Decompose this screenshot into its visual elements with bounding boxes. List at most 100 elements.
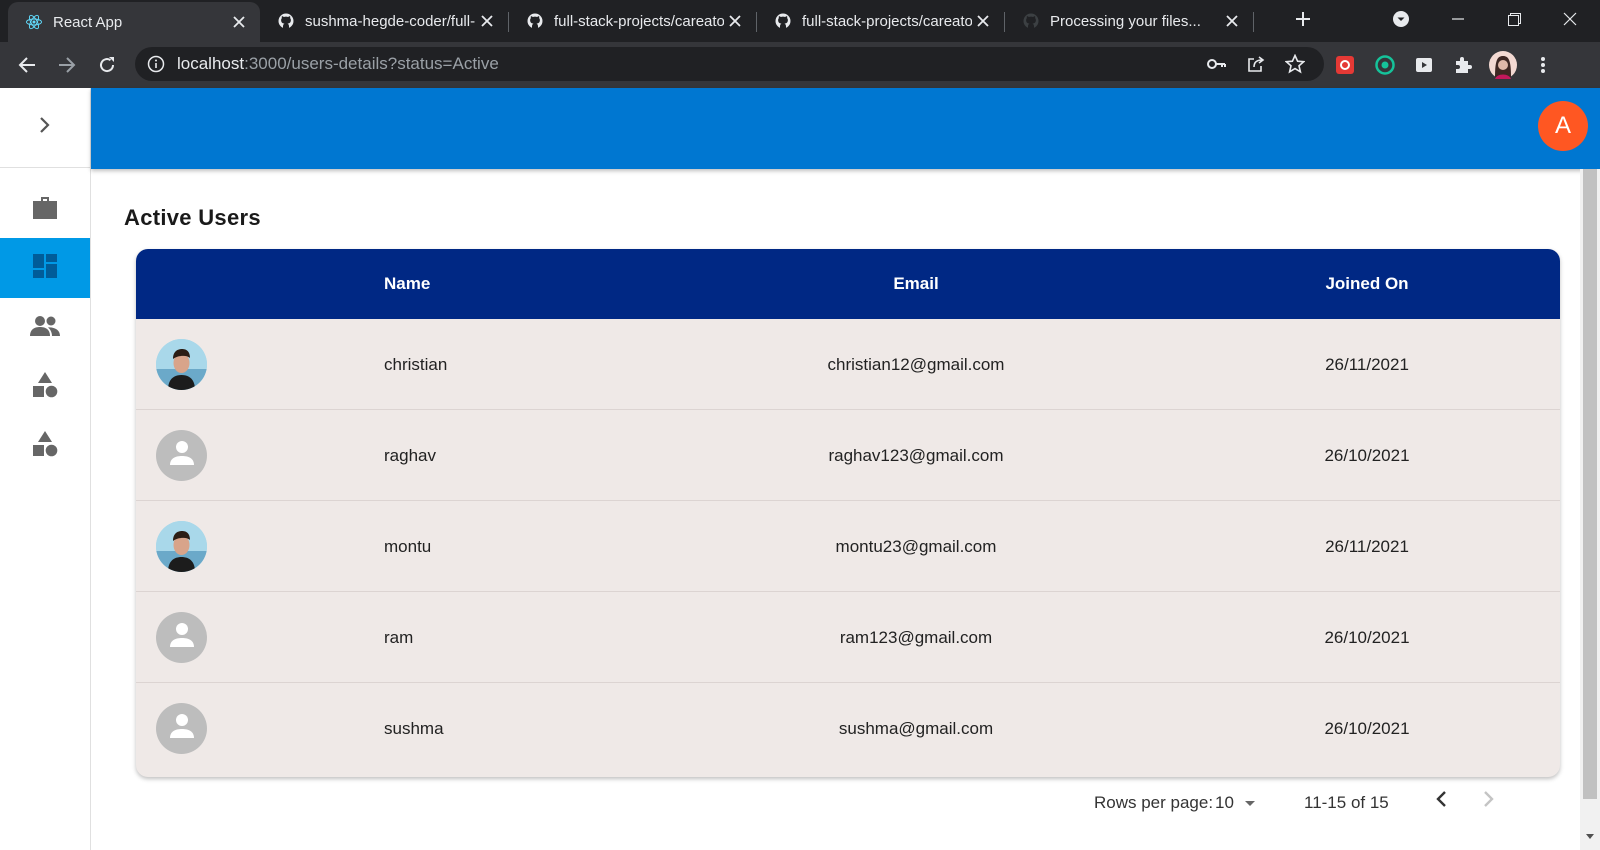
- tab-title: React App: [53, 13, 123, 31]
- puzzle-icon[interactable]: [1447, 49, 1479, 81]
- share-icon[interactable]: [1247, 55, 1265, 78]
- minimize-button[interactable]: [1430, 0, 1486, 38]
- github-icon: [1022, 12, 1040, 30]
- user-email: raghav123@gmail.com: [828, 446, 1004, 465]
- avatar: [156, 612, 207, 663]
- user-name: montu: [384, 537, 432, 556]
- forward-button[interactable]: [51, 49, 83, 81]
- caret-down-icon: [1243, 788, 1257, 828]
- user-name: ram: [384, 628, 414, 647]
- users-table: Name Email Joined On christian christian…: [136, 249, 1560, 777]
- user-joined-date: 26/10/2021: [1324, 628, 1410, 647]
- page-scrollbar[interactable]: [1580, 169, 1600, 850]
- user-email: christian12@gmail.com: [827, 355, 1005, 374]
- extension-icon[interactable]: [1408, 49, 1440, 81]
- info-icon[interactable]: [147, 55, 165, 78]
- close-icon[interactable]: [724, 10, 746, 32]
- url-path: :3000/users-details?status=Active: [244, 54, 499, 73]
- avatar: [156, 703, 207, 754]
- tab-title: full-stack-projects/careato: [554, 12, 724, 30]
- tab-title: full-stack-projects/careato: [802, 12, 972, 30]
- avatar: [156, 521, 207, 572]
- category-icon: [31, 371, 59, 404]
- table-row[interactable]: ram ram123@gmail.com 26/10/2021: [136, 592, 1560, 683]
- sidebar-item-users[interactable]: [0, 298, 90, 358]
- user-avatar[interactable]: A: [1538, 101, 1588, 151]
- briefcase-icon: [31, 195, 59, 226]
- avatar: [156, 339, 207, 390]
- people-icon: [30, 315, 60, 342]
- react-icon: [25, 13, 43, 31]
- sidebar-item-work[interactable]: [0, 180, 90, 240]
- user-joined-date: 26/10/2021: [1324, 719, 1410, 738]
- person-icon: [168, 712, 196, 745]
- star-icon[interactable]: [1284, 53, 1306, 79]
- tab-search-button[interactable]: [1374, 0, 1428, 38]
- browser-tab-bar: React App sushma-hegde-coder/full- full-…: [0, 0, 1600, 42]
- browser-tab[interactable]: Processing your files...: [1005, 0, 1253, 42]
- table-row[interactable]: christian christian12@gmail.com 26/11/20…: [136, 319, 1560, 410]
- close-window-button[interactable]: [1542, 0, 1598, 38]
- back-button[interactable]: [11, 49, 43, 81]
- rows-per-page-value: 10: [1215, 793, 1234, 812]
- table-row[interactable]: montu montu23@gmail.com 26/11/2021: [136, 501, 1560, 592]
- key-icon[interactable]: [1207, 55, 1227, 78]
- column-header-name[interactable]: Name: [384, 249, 430, 319]
- column-header-email[interactable]: Email: [816, 249, 1016, 319]
- extension-icon[interactable]: [1369, 49, 1401, 81]
- user-joined-date: 26/10/2021: [1324, 446, 1410, 465]
- dashboard-icon: [32, 253, 58, 284]
- sidebar-item-dashboard[interactable]: [0, 238, 90, 298]
- tab-title: Processing your files...: [1050, 12, 1201, 30]
- url-host: localhost: [177, 54, 245, 73]
- user-name: sushma: [384, 719, 444, 738]
- new-tab-button[interactable]: [1276, 0, 1330, 38]
- browser-tab[interactable]: full-stack-projects/careato: [509, 0, 756, 42]
- scrollbar-thumb[interactable]: [1583, 169, 1597, 799]
- sidebar-item-categories[interactable]: [0, 357, 90, 417]
- table-header: Name Email Joined On: [136, 249, 1560, 319]
- restore-button[interactable]: [1486, 0, 1542, 38]
- close-icon[interactable]: [476, 10, 498, 32]
- github-icon: [774, 12, 792, 30]
- table-pagination: Rows per page: 10 11-15 of 15: [91, 788, 1580, 818]
- user-email: montu23@gmail.com: [835, 537, 997, 556]
- rows-per-page-label: Rows per page:: [1094, 793, 1214, 812]
- avatar: [156, 430, 207, 481]
- scroll-down-arrow-icon[interactable]: [1585, 828, 1595, 846]
- table-row[interactable]: raghav raghav123@gmail.com 26/10/2021: [136, 410, 1560, 501]
- reload-button[interactable]: [91, 49, 123, 81]
- sidebar-item-categories[interactable]: [0, 416, 90, 476]
- page-title: Active Users: [124, 205, 261, 230]
- person-icon: [168, 621, 196, 654]
- github-icon: [277, 12, 295, 30]
- column-header-joined[interactable]: Joined On: [1286, 249, 1448, 319]
- chevron-left-icon: [1435, 788, 1447, 818]
- rows-per-page-select[interactable]: 10: [1215, 788, 1265, 818]
- tab-separator: [1253, 12, 1254, 32]
- close-icon[interactable]: [1221, 10, 1243, 32]
- browser-tab[interactable]: React App: [8, 2, 260, 42]
- next-page-button[interactable]: [1474, 788, 1504, 818]
- address-bar[interactable]: localhost:3000/users-details?status=Acti…: [135, 47, 1324, 81]
- sidebar: [0, 88, 91, 850]
- user-name: raghav: [384, 446, 436, 465]
- tab-title: sushma-hegde-coder/full-: [305, 12, 476, 30]
- browser-tab[interactable]: sushma-hegde-coder/full-: [260, 0, 508, 42]
- sidebar-toggle-button[interactable]: [0, 88, 90, 168]
- extension-icon[interactable]: [1329, 49, 1361, 81]
- previous-page-button[interactable]: [1426, 788, 1456, 818]
- close-icon[interactable]: [972, 10, 994, 32]
- user-joined-date: 26/11/2021: [1325, 537, 1409, 556]
- profile-avatar[interactable]: [1487, 49, 1519, 81]
- browser-tab[interactable]: full-stack-projects/careato: [757, 0, 1004, 42]
- user-email: ram123@gmail.com: [839, 628, 993, 647]
- person-icon: [168, 439, 196, 472]
- chevron-right-icon: [1483, 788, 1495, 818]
- table-row[interactable]: sushma sushma@gmail.com 26/10/2021: [136, 683, 1560, 774]
- user-name: christian: [384, 355, 448, 374]
- menu-icon[interactable]: [1527, 49, 1559, 81]
- close-icon[interactable]: [228, 11, 250, 33]
- github-icon: [526, 12, 544, 30]
- app-header: A: [91, 88, 1600, 169]
